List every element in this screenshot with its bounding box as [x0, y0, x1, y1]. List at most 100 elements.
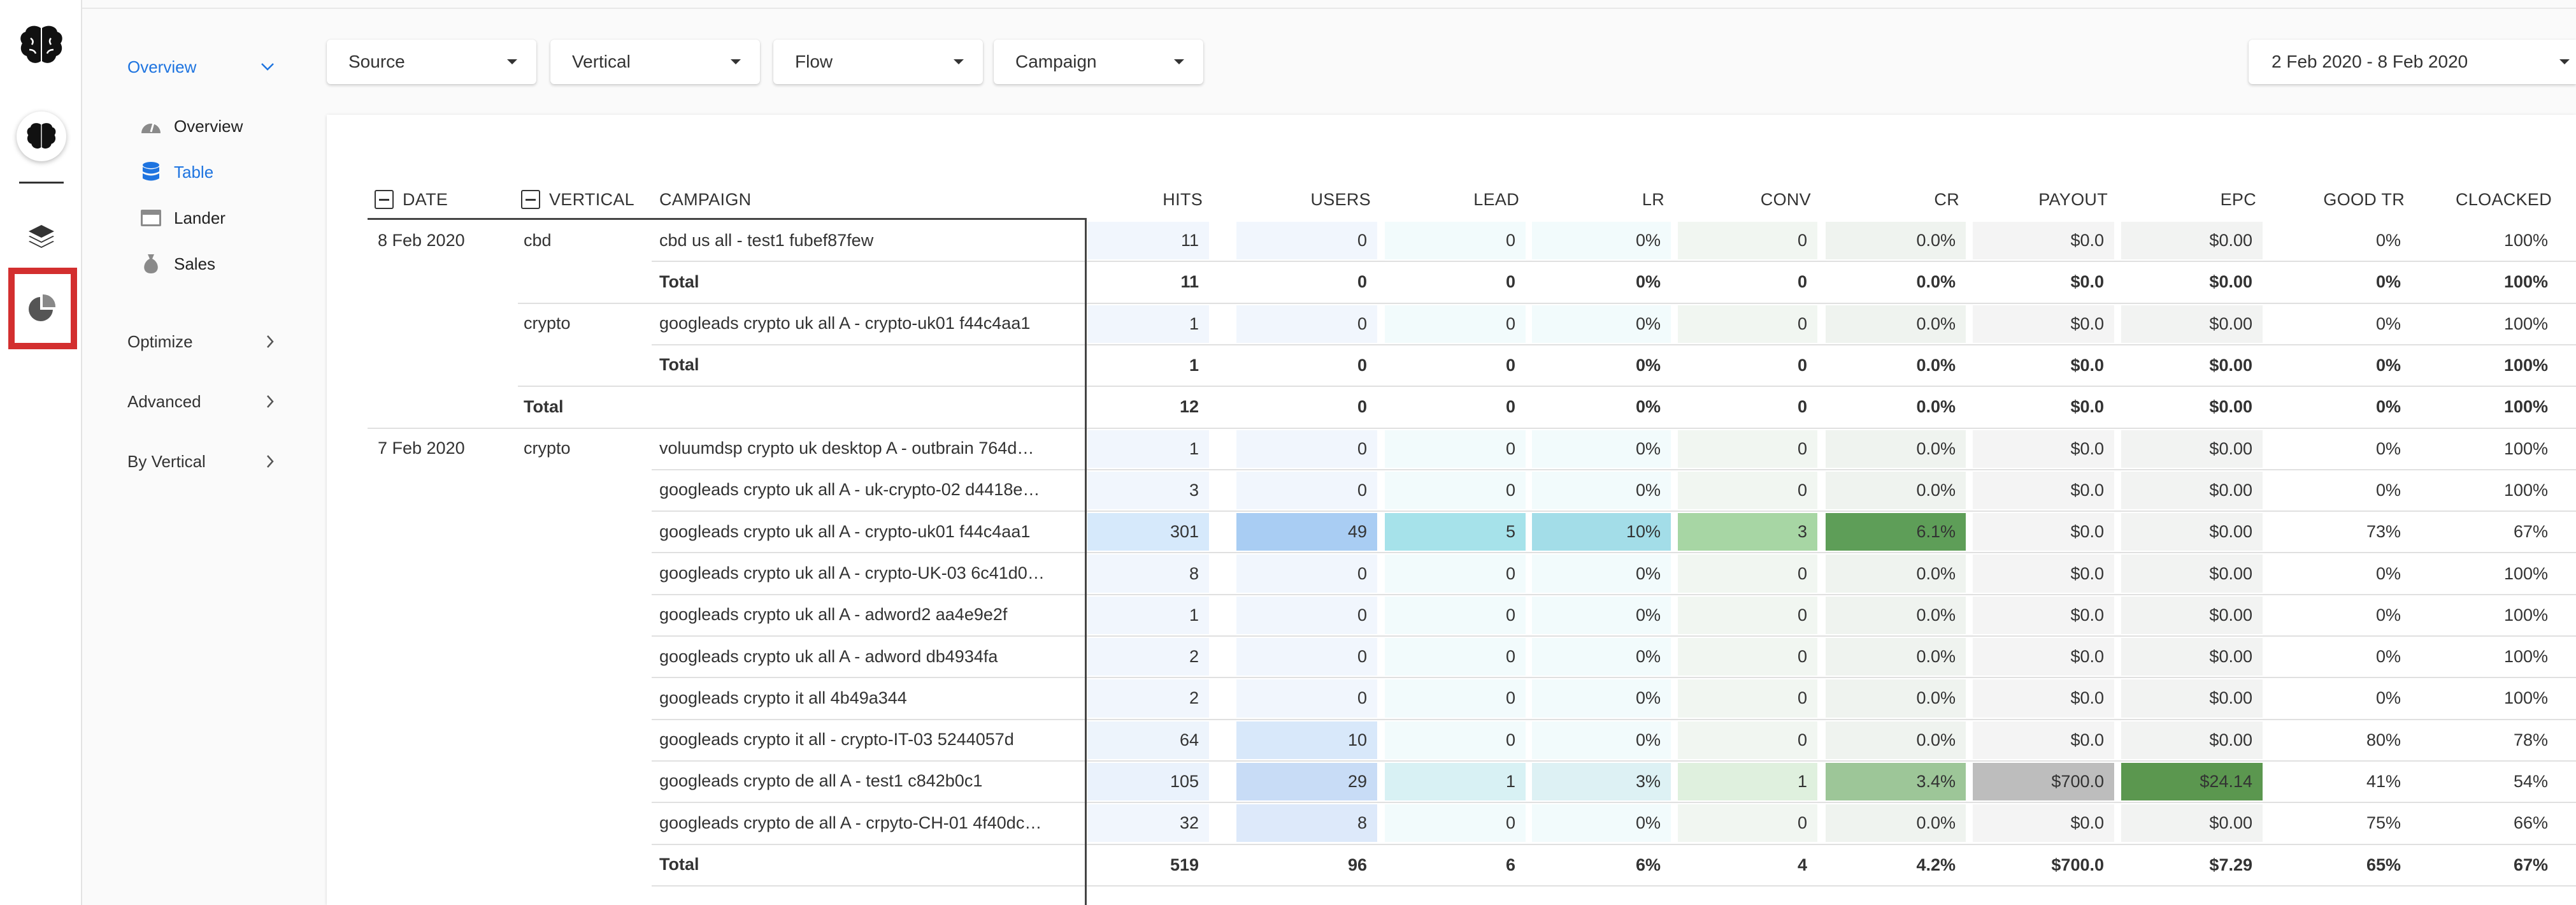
sidebar-item-lander[interactable]: Lander — [140, 204, 225, 232]
column-header-conv[interactable]: CONV — [1678, 187, 1811, 212]
column-header-good-tr[interactable]: GOOD TR — [2269, 187, 2405, 212]
cell-users: 49 — [1236, 513, 1377, 551]
chevron-down-icon — [261, 51, 275, 83]
cell-campaign[interactable]: voluumdsp crypto uk desktop A - outbrain… — [659, 429, 1073, 468]
cell-lead: 0 — [1385, 804, 1526, 843]
date-range-select[interactable]: 2 Feb 2020 - 8 Feb 2020 — [2249, 40, 2576, 84]
cell-lr: 0% — [1532, 305, 1671, 343]
pie-chart-icon[interactable] — [17, 284, 66, 333]
chevron-right-icon — [266, 326, 275, 358]
cell-users: 0 — [1236, 638, 1377, 676]
sidebar-item-label: Table — [174, 162, 214, 182]
sidebar-item-table[interactable]: Table — [140, 158, 213, 186]
cell-campaign[interactable]: googleads crypto uk all A - crypto-uk01 … — [659, 304, 1073, 344]
cell-payout: $0.0 — [1973, 263, 2114, 301]
cell-conv: 4 — [1678, 846, 1817, 884]
cell-conv: 0 — [1678, 638, 1817, 676]
cell-hits: 105 — [1087, 762, 1209, 801]
cell-lr: 0% — [1532, 430, 1671, 468]
cell-cloacked: 100% — [2417, 346, 2558, 385]
column-header-lead[interactable]: LEAD — [1385, 187, 1519, 212]
caret-down-icon — [507, 59, 517, 64]
column-header-vertical[interactable]: VERTICAL — [521, 187, 634, 212]
cell-conv: 3 — [1678, 513, 1817, 551]
cell-lr: 0% — [1532, 346, 1671, 385]
campaign-select-label: Campaign — [1015, 52, 1097, 71]
sidebar-item-sales[interactable]: Sales — [140, 250, 215, 278]
cell-good-tr: 41% — [2269, 762, 2411, 801]
nav-advanced[interactable]: Advanced — [83, 386, 275, 417]
brain-logo-icon[interactable] — [17, 20, 66, 70]
sidebar-item-overview[interactable]: Overview — [140, 112, 243, 140]
cell-payout: $0.0 — [1973, 513, 2114, 551]
cell-cr: 0.0% — [1826, 388, 1966, 426]
brain-icon[interactable] — [17, 112, 66, 161]
cell-lead: 1 — [1385, 762, 1526, 801]
cell-lead: 0 — [1385, 430, 1526, 468]
cell-vertical: crypto — [524, 314, 571, 333]
cell-hits: 8 — [1087, 554, 1209, 593]
cell-lead: 0 — [1385, 222, 1526, 260]
column-header-users[interactable]: USERS — [1236, 187, 1371, 212]
cell-good-tr: 0% — [2269, 222, 2411, 260]
column-header-date[interactable]: DATE — [375, 187, 448, 212]
layers-icon[interactable] — [17, 212, 66, 261]
cell-epc: $0.00 — [2121, 346, 2263, 385]
column-header-lr[interactable]: LR — [1532, 187, 1664, 212]
cell-campaign[interactable]: googleads crypto it all - crypto-IT-03 5… — [659, 720, 1073, 760]
date-range-label: 2 Feb 2020 - 8 Feb 2020 — [2272, 52, 2468, 71]
cell-campaign[interactable]: cbd us all - test1 fubef87few — [659, 221, 1073, 260]
cell-campaign[interactable]: googleads crypto uk all A - crypto-UK-03… — [659, 553, 1073, 593]
nav-overview[interactable]: Overview — [83, 51, 275, 83]
cell-cloacked: 54% — [2417, 762, 2558, 801]
cell-conv: 0 — [1678, 430, 1817, 468]
cell-payout: $0.0 — [1973, 388, 2114, 426]
cell-campaign[interactable]: googleads crypto uk all A - adword2 aa4e… — [659, 595, 1073, 635]
cell-campaign[interactable]: googleads crypto uk all A - uk-crypto-02… — [659, 470, 1073, 510]
cell-conv: 0 — [1678, 388, 1817, 426]
collapse-minus-icon[interactable] — [375, 190, 394, 209]
column-header-cr[interactable]: CR — [1826, 187, 1959, 212]
campaign-select[interactable]: Campaign — [994, 40, 1203, 84]
money-bag-icon — [140, 252, 162, 275]
cell-total-label: Total — [659, 855, 699, 874]
cell-cloacked: 100% — [2417, 638, 2558, 676]
column-header-campaign[interactable]: CAMPAIGN — [659, 187, 751, 212]
cell-cr: 0.0% — [1826, 679, 1966, 718]
cell-conv: 1 — [1678, 762, 1817, 801]
cell-payout: $0.0 — [1973, 596, 2114, 634]
vertical-select[interactable]: Vertical — [550, 40, 760, 84]
cell-users: 0 — [1236, 596, 1377, 634]
column-header-hits[interactable]: HITS — [1087, 187, 1203, 212]
collapse-minus-icon[interactable] — [521, 190, 540, 209]
cell-payout: $700.0 — [1973, 846, 2114, 884]
cell-epc: $0.00 — [2121, 430, 2263, 468]
cell-lead: 0 — [1385, 305, 1526, 343]
cell-epc: $0.00 — [2121, 222, 2263, 260]
cell-cloacked: 67% — [2417, 846, 2558, 884]
cell-cr: 0.0% — [1826, 222, 1966, 260]
cell-users: 10 — [1236, 721, 1377, 759]
cell-campaign[interactable]: googleads crypto uk all A - adword db493… — [659, 637, 1073, 676]
nav-optimize[interactable]: Optimize — [83, 326, 275, 358]
flow-select-label: Flow — [795, 52, 833, 71]
cell-hits: 1 — [1087, 596, 1209, 634]
cell-lr: 0% — [1532, 679, 1671, 718]
sidebar-item-label: Lander — [174, 208, 225, 228]
flow-select[interactable]: Flow — [773, 40, 983, 84]
cell-good-tr: 0% — [2269, 346, 2411, 385]
cell-payout: $0.0 — [1973, 346, 2114, 385]
column-header-cloacked[interactable]: CLOACKED — [2417, 187, 2552, 212]
nav-by-vertical[interactable]: By Vertical — [83, 445, 275, 477]
cell-campaign[interactable]: googleads crypto it all 4b49a344 — [659, 678, 1073, 718]
cell-campaign[interactable]: googleads crypto de all A - test1 c842b0… — [659, 762, 1073, 801]
column-header-payout[interactable]: PAYOUT — [1973, 187, 2108, 212]
cell-lr: 0% — [1532, 638, 1671, 676]
cell-good-tr: 0% — [2269, 679, 2411, 718]
source-select[interactable]: Source — [327, 40, 536, 84]
cell-campaign[interactable]: googleads crypto de all A - crpyto-CH-01… — [659, 803, 1073, 843]
cell-hits: 519 — [1087, 846, 1209, 884]
column-header-epc[interactable]: EPC — [2121, 187, 2256, 212]
cell-lr: 0% — [1532, 222, 1671, 260]
cell-campaign[interactable]: googleads crypto uk all A - crypto-uk01 … — [659, 512, 1073, 551]
